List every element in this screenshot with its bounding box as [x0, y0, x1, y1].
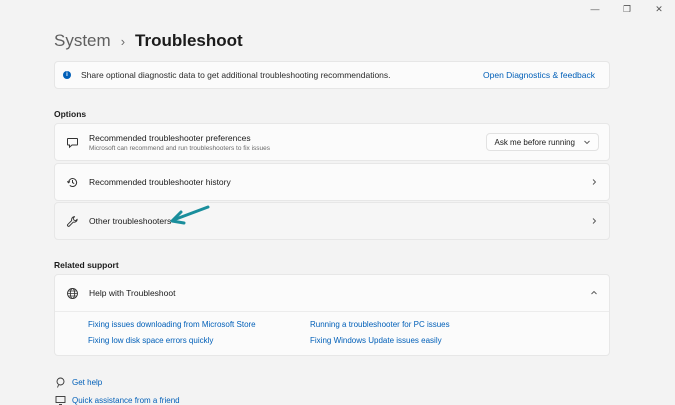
chevron-right-icon — [592, 179, 597, 185]
help-panel-header[interactable]: Help with Troubleshoot — [55, 275, 609, 312]
help-panel-text: Help with Troubleshoot — [89, 288, 589, 298]
preferences-text: Recommended troubleshooter preferences M… — [89, 133, 486, 152]
quick-assist-label: Quick assistance from a friend — [72, 395, 180, 405]
quick-assist-icon — [54, 394, 66, 405]
help-panel-body: Fixing issues downloading from Microsoft… — [55, 312, 609, 355]
preferences-subtitle: Microsoft can recommend and run troubles… — [89, 144, 271, 152]
preferences-dropdown[interactable]: Ask me before running — [485, 133, 599, 151]
diagnostic-info-bar: i Share optional diagnostic data to get … — [54, 61, 610, 89]
quick-assist-link[interactable]: Quick assistance from a friend — [54, 394, 180, 405]
history-icon — [65, 175, 79, 189]
chevron-up-icon[interactable] — [589, 288, 599, 298]
globe-icon — [65, 286, 79, 300]
breadcrumb: System › Troubleshoot — [54, 31, 243, 51]
breadcrumb-separator: › — [120, 33, 126, 49]
breadcrumb-system[interactable]: System — [54, 31, 111, 51]
info-icon: i — [63, 71, 71, 79]
other-troubleshooters-text: Other troubleshooters — [89, 216, 589, 226]
troubleshooter-preferences-card: Recommended troubleshooter preferences M… — [54, 123, 610, 161]
chevron-down-icon — [584, 140, 590, 145]
help-person-icon — [54, 376, 66, 388]
options-heading: Options — [54, 109, 87, 119]
minimize-button[interactable]: — — [589, 4, 601, 14]
info-bar-text: Share optional diagnostic data to get ad… — [81, 70, 391, 80]
maximize-button[interactable]: ❐ — [621, 4, 633, 14]
dropdown-value: Ask me before running — [494, 137, 576, 147]
help-link[interactable]: Fixing issues downloading from Microsoft… — [88, 320, 256, 329]
troubleshooter-history-card[interactable]: Recommended troubleshooter history — [54, 163, 610, 201]
help-link[interactable]: Fixing Windows Update issues easily — [310, 336, 442, 345]
history-text: Recommended troubleshooter history — [89, 177, 589, 187]
help-link[interactable]: Fixing low disk space errors quickly — [88, 336, 213, 345]
chevron-right-icon — [592, 218, 597, 224]
page-title: Troubleshoot — [135, 31, 243, 50]
history-title: Recommended troubleshooter history — [89, 177, 231, 187]
related-support-heading: Related support — [54, 260, 119, 270]
chat-bubble-icon — [65, 135, 79, 149]
open-diagnostics-link[interactable]: Open Diagnostics & feedback — [483, 70, 595, 80]
other-troubleshooters-card[interactable]: Other troubleshooters — [54, 202, 610, 240]
other-troubleshooters-title: Other troubleshooters — [89, 216, 172, 226]
close-button[interactable]: ✕ — [653, 4, 665, 14]
wrench-icon — [65, 214, 79, 228]
get-help-link[interactable]: Get help — [54, 376, 102, 388]
get-help-label: Get help — [72, 377, 103, 387]
help-with-troubleshoot-panel: Help with Troubleshoot Fixing issues dow… — [54, 274, 610, 356]
help-link[interactable]: Running a troubleshooter for PC issues — [310, 320, 450, 329]
annotation-arrow — [170, 205, 210, 225]
preferences-title: Recommended troubleshooter preferences — [89, 132, 251, 143]
help-panel-title: Help with Troubleshoot — [89, 288, 176, 298]
window-controls: — ❐ ✕ — [589, 4, 665, 14]
